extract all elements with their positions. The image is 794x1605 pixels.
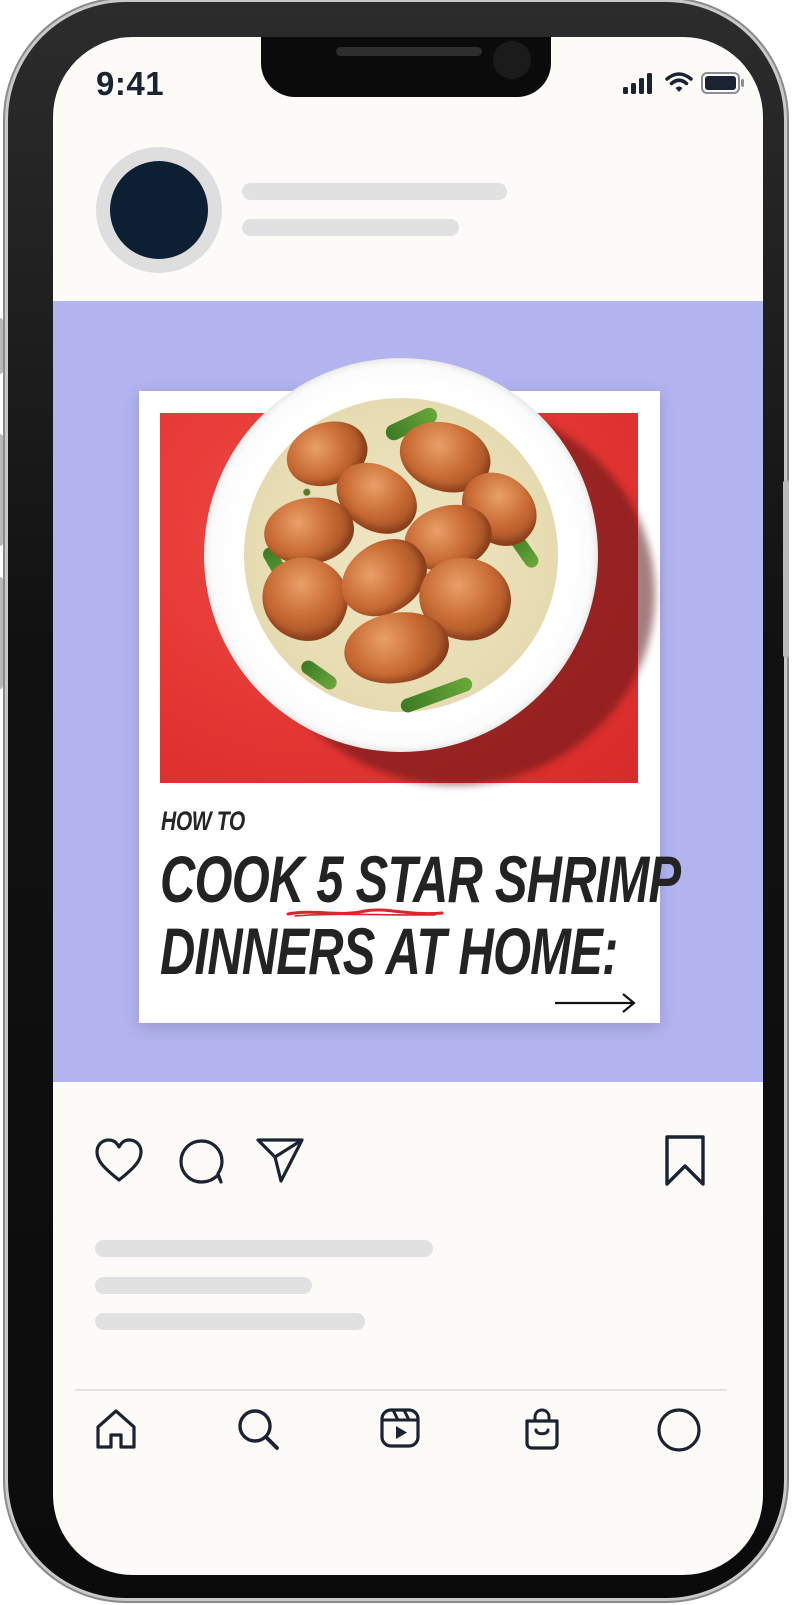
battery-icon bbox=[701, 72, 745, 94]
caption-placeholder bbox=[95, 1277, 312, 1294]
power-button bbox=[783, 480, 789, 658]
recipe-card: HOW TO COOK 5 STAR SHRIMP DINNERS AT HOM… bbox=[139, 358, 681, 1023]
search-icon[interactable] bbox=[236, 1407, 280, 1451]
subtitle-placeholder bbox=[242, 219, 459, 236]
bottom-nav bbox=[53, 1399, 763, 1469]
post-actions bbox=[53, 1132, 763, 1192]
front-camera bbox=[493, 41, 531, 79]
bowl bbox=[204, 358, 598, 752]
notch bbox=[261, 37, 551, 97]
heart-icon[interactable] bbox=[94, 1138, 144, 1184]
post-image[interactable]: HOW TO COOK 5 STAR SHRIMP DINNERS AT HOM… bbox=[53, 301, 763, 1082]
avatar-image bbox=[110, 161, 208, 259]
comment-icon[interactable] bbox=[178, 1138, 226, 1186]
home-icon[interactable] bbox=[94, 1407, 138, 1451]
likes-placeholder bbox=[95, 1240, 433, 1257]
avatar[interactable] bbox=[96, 147, 222, 273]
signal-icon bbox=[623, 72, 657, 94]
shrimp-photo bbox=[160, 358, 655, 785]
screen: 9:41 HOW TO COOK 5 STAR SHRIMP DINNERS A… bbox=[53, 37, 763, 1575]
status-icons bbox=[623, 72, 745, 94]
wifi-icon bbox=[665, 72, 693, 94]
kicker-text: HOW TO bbox=[161, 806, 245, 836]
bookmark-icon[interactable] bbox=[663, 1134, 707, 1188]
username-placeholder bbox=[242, 183, 507, 200]
volume-down-button bbox=[0, 577, 3, 689]
send-icon[interactable] bbox=[255, 1136, 305, 1184]
profile-icon[interactable] bbox=[656, 1407, 702, 1453]
highlight-underline bbox=[285, 905, 445, 919]
status-time: 9:41 bbox=[96, 65, 165, 102]
headline-part: SHRIMP bbox=[482, 842, 681, 916]
shop-icon[interactable] bbox=[522, 1407, 562, 1451]
nav-divider bbox=[75, 1389, 727, 1391]
comments-placeholder bbox=[95, 1313, 365, 1330]
silent-switch bbox=[0, 318, 3, 374]
volume-up-button bbox=[0, 434, 3, 546]
speaker-grille bbox=[336, 47, 482, 56]
reels-icon[interactable] bbox=[379, 1407, 421, 1449]
headline-line-2: DINNERS AT HOME: bbox=[160, 914, 618, 988]
phone-frame: 9:41 HOW TO COOK 5 STAR SHRIMP DINNERS A… bbox=[0, 2, 789, 1598]
arrow-right-icon bbox=[553, 991, 637, 1015]
